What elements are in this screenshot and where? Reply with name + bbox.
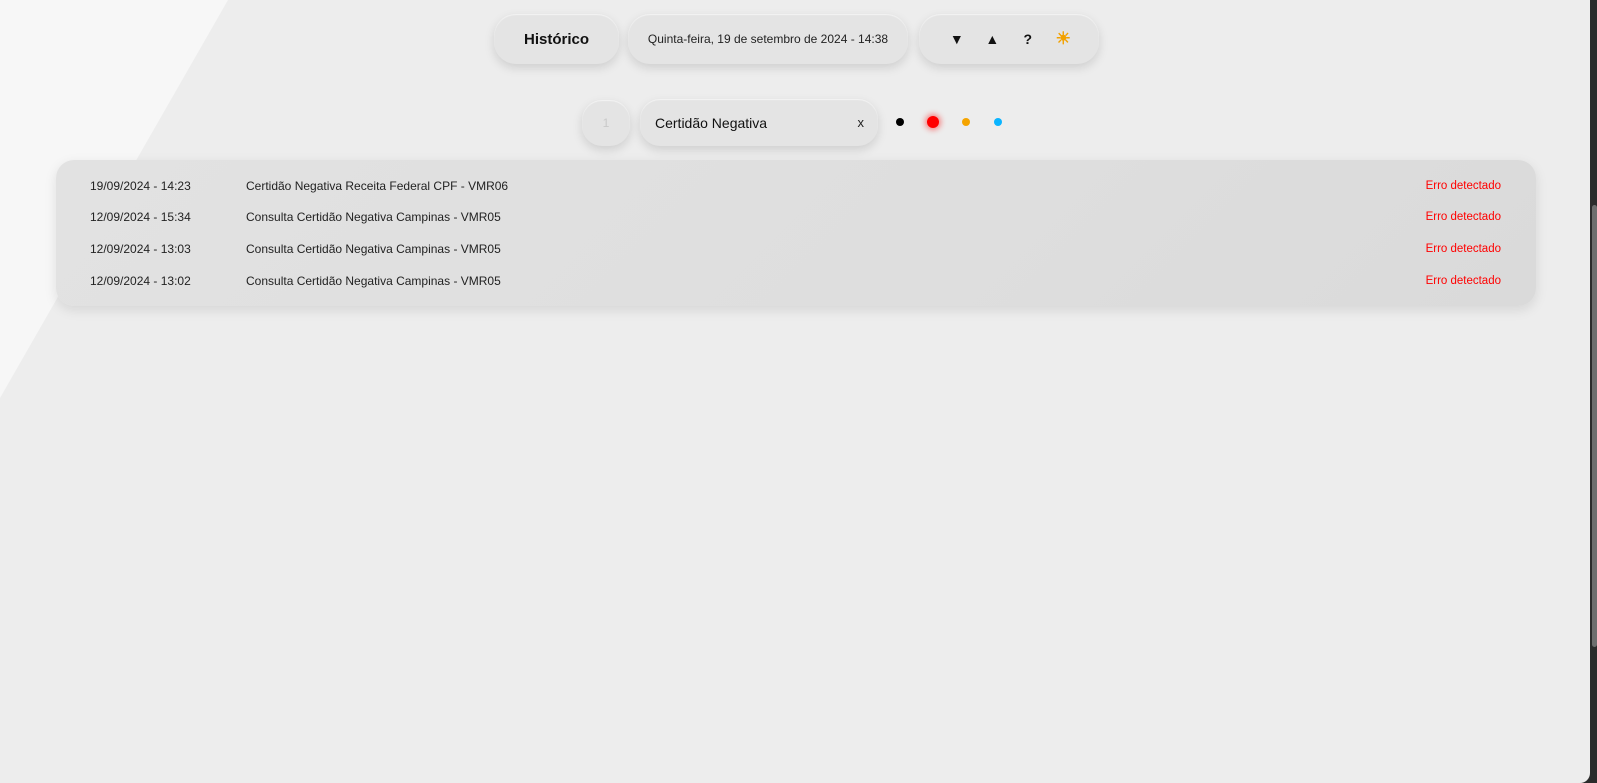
- list-item[interactable]: 12/09/2024 - 15:34 Consulta Certidão Neg…: [56, 205, 1536, 229]
- clear-search-button[interactable]: x: [858, 115, 865, 130]
- item-description: Consulta Certidão Negativa Campinas - VM…: [246, 242, 501, 256]
- list-item[interactable]: 19/09/2024 - 14:23 Certidão Negativa Rec…: [56, 174, 1536, 198]
- page-number: 1: [602, 116, 610, 130]
- controls-pill: ▼ ▲ ? ☀: [919, 14, 1099, 64]
- help-icon[interactable]: ?: [1016, 29, 1040, 49]
- item-datetime: 12/09/2024 - 13:02: [90, 274, 191, 288]
- triangle-up-icon[interactable]: ▲: [980, 29, 1004, 49]
- item-datetime: 12/09/2024 - 13:03: [90, 242, 191, 256]
- item-datetime: 19/09/2024 - 14:23: [90, 179, 191, 193]
- filter-dot-blue[interactable]: [994, 118, 1002, 126]
- status-badge: Erro detectado: [1425, 180, 1501, 192]
- page-number-button[interactable]: 1: [582, 100, 630, 146]
- search-box: x: [640, 99, 878, 146]
- sun-icon[interactable]: ☀: [1051, 29, 1075, 49]
- item-description: Consulta Certidão Negativa Campinas - VM…: [246, 274, 501, 288]
- item-description: Consulta Certidão Negativa Campinas - VM…: [246, 210, 501, 224]
- list-item[interactable]: 12/09/2024 - 13:03 Consulta Certidão Neg…: [56, 237, 1536, 261]
- status-badge: Erro detectado: [1425, 211, 1501, 223]
- filter-dot-red[interactable]: [927, 116, 939, 128]
- search-input[interactable]: [655, 114, 845, 131]
- scrollbar-thumb[interactable]: [1592, 205, 1597, 647]
- page-title-pill: Histórico: [494, 14, 619, 64]
- filter-dot-orange[interactable]: [962, 118, 970, 126]
- datetime-pill: Quinta-feira, 19 de setembro de 2024 - 1…: [628, 14, 908, 64]
- item-datetime: 12/09/2024 - 15:34: [90, 210, 191, 224]
- history-list: 19/09/2024 - 14:23 Certidão Negativa Rec…: [56, 160, 1536, 306]
- page-title: Histórico: [523, 30, 589, 48]
- triangle-down-icon[interactable]: ▼: [945, 29, 969, 49]
- filter-dot-black[interactable]: [896, 118, 904, 126]
- status-badge: Erro detectado: [1425, 243, 1501, 255]
- item-description: Certidão Negativa Receita Federal CPF - …: [246, 179, 509, 193]
- app-window: Histórico Quinta-feira, 19 de setembro d…: [0, 0, 1590, 783]
- list-item[interactable]: 12/09/2024 - 13:02 Consulta Certidão Neg…: [56, 269, 1536, 293]
- status-badge: Erro detectado: [1425, 275, 1501, 287]
- current-datetime: Quinta-feira, 19 de setembro de 2024 - 1…: [647, 32, 889, 46]
